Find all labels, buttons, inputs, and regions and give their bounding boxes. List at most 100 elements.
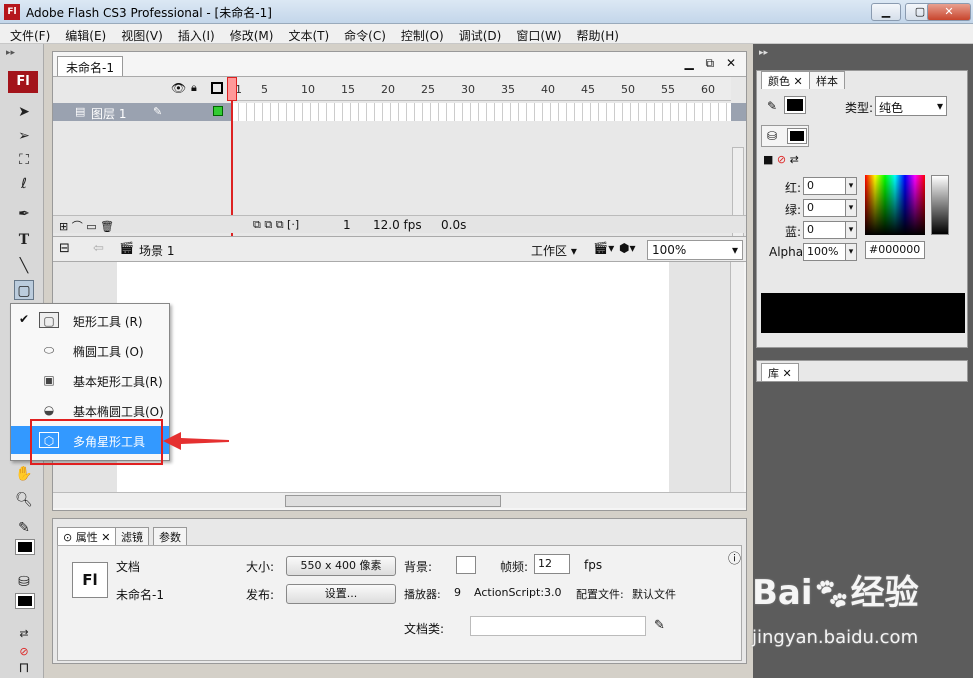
layer-name[interactable]: 图层 1 [91,105,126,122]
workspace-dropdown[interactable]: 工作区 ▾ [531,242,577,259]
document-tab[interactable]: 未命名-1 [57,56,123,76]
eye-icon[interactable]: 👁︎ [171,81,186,95]
frame-number: 40 [541,83,555,96]
brightness-slider[interactable] [931,175,949,235]
back-arrow-icon[interactable]: ⇦ [93,241,104,256]
edit-symbol-icon[interactable]: ⬢▾ [619,241,636,255]
color-spectrum[interactable] [865,175,925,235]
background-label: 背景: [404,560,433,574]
outline-icon[interactable] [211,82,223,94]
settings-button[interactable]: 设置... [286,584,396,604]
alpha-dropdown[interactable]: ▾ [845,243,857,261]
onion-skin-icon[interactable]: ⧉ ⧉ ⧉ [·] [253,218,299,232]
frame-ruler[interactable]: 1 5 10 15 20 25 30 35 40 45 50 55 60 [231,77,731,101]
selection-arrow-icon[interactable]: ➤ [14,102,34,122]
stroke-color-swatch[interactable] [15,539,35,555]
minimize-button[interactable]: ▁ [871,3,901,21]
double-chevron-icon[interactable]: ▸▸ [759,48,768,58]
fill-selector[interactable]: ⛁ [761,125,809,147]
check-icon: ✔ [19,312,30,326]
line-tool-icon[interactable]: ╲ [14,256,34,276]
menu-text[interactable]: 文本(T) [278,24,334,43]
menu-file[interactable]: 文件(F) [0,24,55,43]
menu-item-oval[interactable]: ⬭ 椭圆工具 (O) [11,336,169,364]
scroll-thumb[interactable] [285,495,501,507]
alpha-input[interactable]: 100% [803,243,847,261]
snap-magnet-icon[interactable]: ⊓ [14,658,34,678]
red-input[interactable]: 0 [803,177,847,195]
tab-parameters[interactable]: 参数 [153,527,187,545]
blue-input[interactable]: 0 [803,221,847,239]
profile-value: 默认文件 [632,588,676,601]
red-dropdown[interactable]: ▾ [845,177,857,195]
document-class-input[interactable] [470,616,646,636]
rectangle-icon: ▢ [39,312,59,328]
stage-horizontal-scrollbar[interactable] [53,492,746,508]
add-layer-icon[interactable]: ⊞ ⌒ ▭ 🗑︎ [59,218,114,234]
menu-modify[interactable]: 修改(M) [220,24,279,43]
color-mode-icons[interactable]: ■ ⊘ ⇄ [763,153,799,166]
blue-dropdown[interactable]: ▾ [845,221,857,239]
lasso-icon[interactable]: ℓ [14,174,34,194]
menu-view[interactable]: 视图(V) [111,24,168,43]
tab-swatches[interactable]: 样本 [809,71,845,89]
fps-input[interactable]: 12 [534,554,570,574]
lock-icon[interactable]: 🔒︎ [191,81,197,95]
tab-properties[interactable]: ⊙ 属性 ✕ [57,527,117,545]
app-logo: Fl [4,4,20,20]
stroke-color-pencil-icon[interactable]: ✎ [14,518,34,538]
rectangle-tool-icon[interactable]: ▢ [14,280,34,300]
scene-name[interactable]: 场景 1 [139,242,174,259]
layer-color-box[interactable] [213,106,223,116]
stage[interactable] [117,262,669,492]
edit-scene-icon[interactable]: 🎬︎▾ [593,241,614,255]
paw-icon: 🐾︎ [812,577,851,612]
tab-filters[interactable]: 滤镜 [115,527,149,545]
frame-cells[interactable] [231,103,731,121]
zoom-icon[interactable]: 🔍︎ [14,490,34,510]
menu-item-rectangle-primitive[interactable]: ▣ 基本矩形工具(R) [11,366,169,394]
document-window-controls[interactable]: ▁ ⧉ ✕ [685,56,740,71]
menu-item-rectangle[interactable]: ✔ ▢ 矩形工具 (R) [11,306,169,334]
free-transform-icon[interactable]: ⛶ [14,150,34,170]
fill-bucket-icon[interactable]: ⛁ [14,572,34,592]
timeline-toggle-icon[interactable]: ⊟ [59,241,70,256]
swap-colors-icon[interactable]: ⇄ [14,624,34,644]
menu-help[interactable]: 帮助(H) [567,24,624,43]
menu-edit[interactable]: 编辑(E) [55,24,111,43]
menu-debug[interactable]: 调试(D) [449,24,507,43]
text-tool-icon[interactable]: T [14,230,34,250]
help-icon[interactable]: ⓘ [728,548,741,567]
double-chevron-icon[interactable]: ▸▸ [6,48,15,58]
green-dropdown[interactable]: ▾ [845,199,857,217]
tab-color[interactable]: 颜色 ✕ [761,71,810,89]
fps-label: 帧频: [500,560,529,574]
chevron-down-icon: ▾ [936,99,943,113]
playhead[interactable] [227,77,237,237]
hex-input[interactable]: #000000 [865,241,925,259]
hand-icon[interactable]: ✋ [14,464,34,484]
background-color-swatch[interactable] [456,556,476,574]
size-button[interactable]: 550 x 400 像素 [286,556,396,576]
title-bar: Fl Adobe Flash CS3 Professional - [未命名-1… [0,0,973,24]
playhead-handle[interactable] [227,77,237,101]
stage-vertical-scrollbar[interactable] [730,262,744,492]
pencil-icon[interactable]: ✎ [654,618,665,633]
watermark-text-cn: 经验 [850,573,919,613]
fill-color-swatch[interactable] [15,593,35,609]
menu-window[interactable]: 窗口(W) [506,24,566,43]
tab-library[interactable]: 库 ✕ [761,363,799,381]
watermark-text: Bai [752,573,813,613]
stroke-color-swatch[interactable] [784,96,806,114]
type-select[interactable]: 纯色 ▾ [875,96,947,116]
subselection-arrow-icon[interactable]: ➢ [14,126,34,146]
menu-control[interactable]: 控制(O) [391,24,449,43]
green-input[interactable]: 0 [803,199,847,217]
pen-icon[interactable]: ✒ [14,204,34,224]
menu-commands[interactable]: 命令(C) [334,24,391,43]
close-button[interactable]: ✕ [927,3,971,21]
menu-insert[interactable]: 插入(I) [168,24,220,43]
frame-number: 35 [501,83,515,96]
fill-bucket-icon: ⛁ [767,129,778,143]
zoom-select[interactable]: 100% ▾ [647,240,743,260]
